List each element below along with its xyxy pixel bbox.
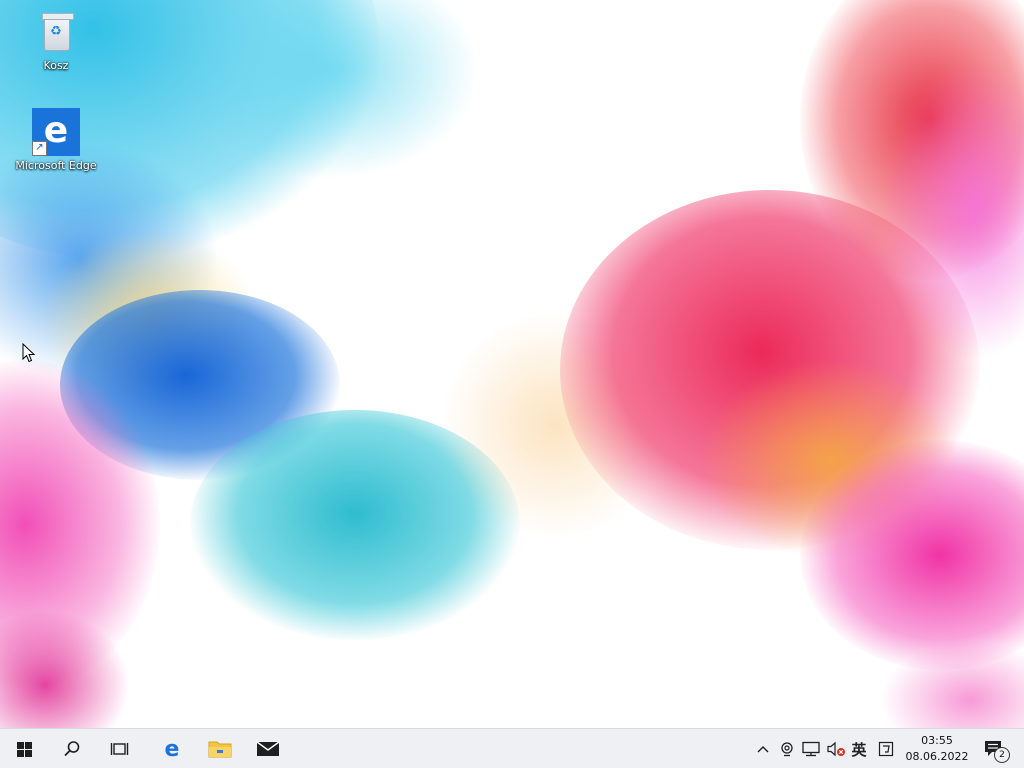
tray-input-language-button[interactable]: 英 [848, 729, 870, 769]
edge-icon: e ↗ [32, 108, 80, 156]
folder-icon [208, 741, 232, 758]
mouse-cursor-icon [22, 343, 36, 363]
notifications-button[interactable]: 2 [978, 729, 1014, 769]
desktop-icon-recycle-bin[interactable]: ♻ Kosz [11, 8, 101, 72]
svg-text:e: e [165, 738, 180, 760]
network-icon [802, 741, 820, 757]
tray-clock[interactable]: 03:55 08.06.2022 [902, 729, 972, 769]
edge-icon: e [165, 738, 180, 760]
webcam-icon [781, 742, 793, 757]
recycle-bin-icon: ♻ [32, 8, 80, 56]
taskbar-file-explorer-button[interactable] [196, 729, 244, 769]
shortcut-arrow-icon: ↗ [32, 141, 47, 156]
search-button[interactable] [48, 729, 96, 769]
notification-count-badge: 2 [994, 747, 1010, 763]
windows-logo-icon [16, 741, 32, 757]
volume-muted-icon [827, 741, 845, 757]
task-view-button[interactable] [96, 729, 144, 769]
tray-volume-button[interactable] [824, 729, 848, 769]
desktop-icon-label: Microsoft Edge [15, 159, 97, 172]
task-view-icon [110, 743, 129, 755]
taskbar: e 英 03:55 08.06.2022 2 [0, 728, 1024, 768]
ime-mode-icon [878, 741, 894, 757]
clock-time: 03:55 [921, 734, 953, 747]
tray-ime-mode-button[interactable] [875, 729, 897, 769]
start-button[interactable] [0, 729, 48, 769]
tray-meet-now-button[interactable] [776, 729, 798, 769]
mail-icon [256, 741, 280, 756]
tray-network-button[interactable] [800, 729, 822, 769]
show-hidden-icons-button[interactable] [752, 729, 774, 769]
taskbar-edge-button[interactable]: e [148, 729, 196, 769]
search-icon [64, 741, 80, 757]
desktop-icon-microsoft-edge[interactable]: e ↗ Microsoft Edge [11, 108, 101, 172]
desktop-icon-label: Kosz [43, 59, 69, 72]
chevron-up-icon [757, 746, 769, 753]
clock-date: 08.06.2022 [905, 750, 969, 763]
desktop-wallpaper [0, 0, 1024, 728]
taskbar-mail-button[interactable] [244, 729, 292, 769]
